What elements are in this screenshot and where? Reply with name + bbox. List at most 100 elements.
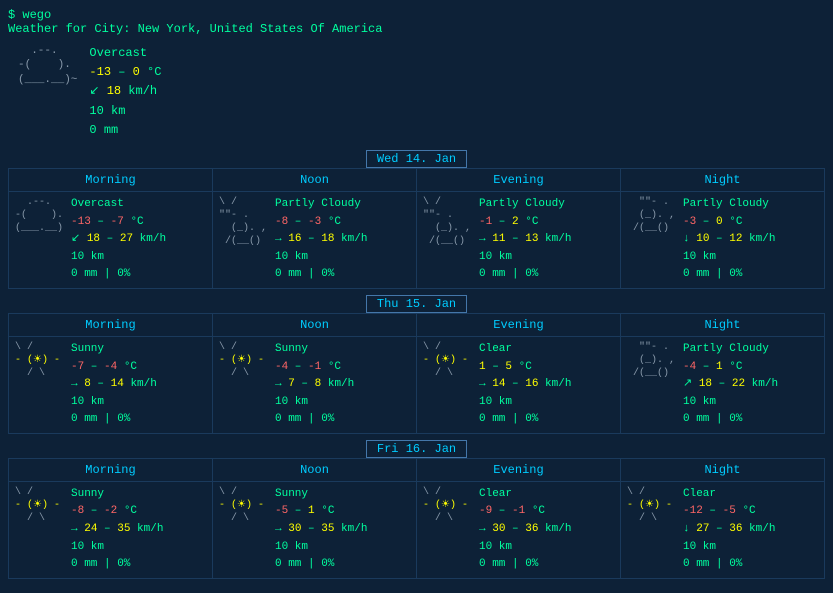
condition: Overcast <box>71 196 166 214</box>
day-label: Wed 14. Jan <box>366 150 467 168</box>
visibility: 10 km <box>71 539 163 557</box>
visibility: 10 km <box>275 249 367 267</box>
period-header: Morning <box>9 314 213 337</box>
weather-data-cell: ""- . (_). , /(__() Partly Cloudy -3 – 0… <box>621 192 825 289</box>
weather-data-cell: \ / - (☀) - / \ Sunny -7 – -4 °C → 8 – 1… <box>9 337 213 434</box>
day-label: Fri 16. Jan <box>366 440 467 458</box>
temp-range: 1 – 5 °C <box>479 359 571 377</box>
weather-data-cell: \ / ""- . (_). , /(__() Partly Cloudy -1… <box>417 192 621 289</box>
weather-info: Partly Cloudy -4 – 1 °C ↗ 18 – 22 km/h 1… <box>683 341 778 429</box>
period-header-row: MorningNoonEveningNight <box>8 313 825 337</box>
weather-data-cell: \ / - (☀) - / \ Sunny -8 – -2 °C → 24 – … <box>9 482 213 579</box>
day-section: Wed 14. JanMorningNoonEveningNight .--. … <box>8 150 825 289</box>
temp-range: -5 – 1 °C <box>275 503 367 521</box>
condition: Partly Cloudy <box>275 196 367 214</box>
weather-data-cell: \ / - (☀) - / \ Clear -12 – -5 °C ↓ 27 –… <box>621 482 825 579</box>
weather-info: Overcast -13 – -7 °C ↙ 18 – 27 km/h 10 k… <box>71 196 166 284</box>
visibility: 10 km <box>683 539 775 557</box>
wind: ↓ 27 – 36 km/h <box>683 521 775 539</box>
precip: 0 mm | 0% <box>683 411 778 429</box>
precip: 0 mm | 0% <box>275 411 354 429</box>
weather-icon: \ / - (☀) - / \ <box>423 341 473 380</box>
wind: → 11 – 13 km/h <box>479 231 571 249</box>
current-condition: Overcast <box>89 44 161 63</box>
temp-range: -1 – 2 °C <box>479 214 571 232</box>
period-header: Night <box>621 459 825 482</box>
temp-range: -9 – -1 °C <box>479 503 571 521</box>
weather-icon: \ / ""- . (_). , /(__() <box>219 196 269 248</box>
condition: Sunny <box>275 341 354 359</box>
visibility: 10 km <box>71 249 166 267</box>
day-header: Wed 14. Jan <box>8 150 825 168</box>
wind: ↓ 10 – 12 km/h <box>683 231 775 249</box>
weather-icon: \ / ""- . (_). , /(__() <box>423 196 473 248</box>
temp-range: -13 – -7 °C <box>71 214 166 232</box>
visibility: 10 km <box>479 394 571 412</box>
weather-info: Sunny -8 – -2 °C → 24 – 35 km/h 10 km 0 … <box>71 486 163 574</box>
weather-icon: \ / - (☀) - / \ <box>15 341 65 380</box>
period-header: Morning <box>9 459 213 482</box>
current-wind: ↙ 18 km/h <box>89 82 161 101</box>
current-weather: .--.-( ).(___.__)~ Overcast -13 – 0 °C ↙… <box>8 44 825 140</box>
precip: 0 mm | 0% <box>275 266 367 284</box>
condition: Sunny <box>275 486 367 504</box>
app-name: $ wego <box>8 8 825 22</box>
condition: Partly Cloudy <box>479 196 571 214</box>
weather-icon: \ / - (☀) - / \ <box>219 341 269 380</box>
period-header: Noon <box>213 459 417 482</box>
period-header: Evening <box>417 169 621 192</box>
wind: → 30 – 36 km/h <box>479 521 571 539</box>
wind: → 16 – 18 km/h <box>275 231 367 249</box>
temp-range: -4 – 1 °C <box>683 359 778 377</box>
temp-range: -7 – -4 °C <box>71 359 157 377</box>
precip: 0 mm | 0% <box>71 556 163 574</box>
condition: Clear <box>683 486 775 504</box>
weather-info: Partly Cloudy -8 – -3 °C → 16 – 18 km/h … <box>275 196 367 284</box>
weather-info: Clear -12 – -5 °C ↓ 27 – 36 km/h 10 km 0… <box>683 486 775 574</box>
data-row: \ / - (☀) - / \ Sunny -7 – -4 °C → 8 – 1… <box>8 337 825 434</box>
weather-data-cell: ""- . (_). , /(__() Partly Cloudy -4 – 1… <box>621 337 825 434</box>
period-header-row: MorningNoonEveningNight <box>8 168 825 192</box>
visibility: 10 km <box>275 539 367 557</box>
current-visibility: 10 km <box>89 102 161 121</box>
wind: → 14 – 16 km/h <box>479 376 571 394</box>
precip: 0 mm | 0% <box>479 266 571 284</box>
visibility: 10 km <box>479 249 571 267</box>
wind: → 24 – 35 km/h <box>71 521 163 539</box>
precip: 0 mm | 0% <box>479 411 571 429</box>
condition: Clear <box>479 341 571 359</box>
weather-icon: \ / - (☀) - / \ <box>627 486 677 525</box>
condition: Sunny <box>71 341 157 359</box>
condition: Partly Cloudy <box>683 196 775 214</box>
temp-range: -12 – -5 °C <box>683 503 775 521</box>
temp-range: -4 – -1 °C <box>275 359 354 377</box>
day-header: Thu 15. Jan <box>8 295 825 313</box>
condition: Sunny <box>71 486 163 504</box>
condition: Partly Cloudy <box>683 341 778 359</box>
weather-icon: ""- . (_). , /(__() <box>627 196 677 235</box>
period-header: Noon <box>213 169 417 192</box>
temp-range: -8 – -3 °C <box>275 214 367 232</box>
temp-range: -3 – 0 °C <box>683 214 775 232</box>
weather-data-cell: \ / ""- . (_). , /(__() Partly Cloudy -8… <box>213 192 417 289</box>
visibility: 10 km <box>683 249 775 267</box>
weather-data-cell: \ / - (☀) - / \ Clear -9 – -1 °C → 30 – … <box>417 482 621 579</box>
wind: → 30 – 35 km/h <box>275 521 367 539</box>
weather-icon: \ / - (☀) - / \ <box>423 486 473 525</box>
precip: 0 mm | 0% <box>683 556 775 574</box>
precip: 0 mm | 0% <box>275 556 367 574</box>
wind: → 7 – 8 km/h <box>275 376 354 394</box>
current-weather-info: Overcast -13 – 0 °C ↙ 18 km/h 10 km 0 mm <box>89 44 161 140</box>
weather-icon: .--. -( ). (___.__) <box>15 196 65 235</box>
period-header-row: MorningNoonEveningNight <box>8 458 825 482</box>
day-label: Thu 15. Jan <box>366 295 467 313</box>
wind: ↙ 18 – 27 km/h <box>71 231 166 249</box>
period-header: Noon <box>213 314 417 337</box>
weather-info: Clear 1 – 5 °C → 14 – 16 km/h 10 km 0 mm… <box>479 341 571 429</box>
period-header: Night <box>621 314 825 337</box>
period-header: Night <box>621 169 825 192</box>
current-temp: -13 – 0 °C <box>89 63 161 82</box>
data-row: \ / - (☀) - / \ Sunny -8 – -2 °C → 24 – … <box>8 482 825 579</box>
weather-info: Sunny -5 – 1 °C → 30 – 35 km/h 10 km 0 m… <box>275 486 367 574</box>
period-header: Morning <box>9 169 213 192</box>
